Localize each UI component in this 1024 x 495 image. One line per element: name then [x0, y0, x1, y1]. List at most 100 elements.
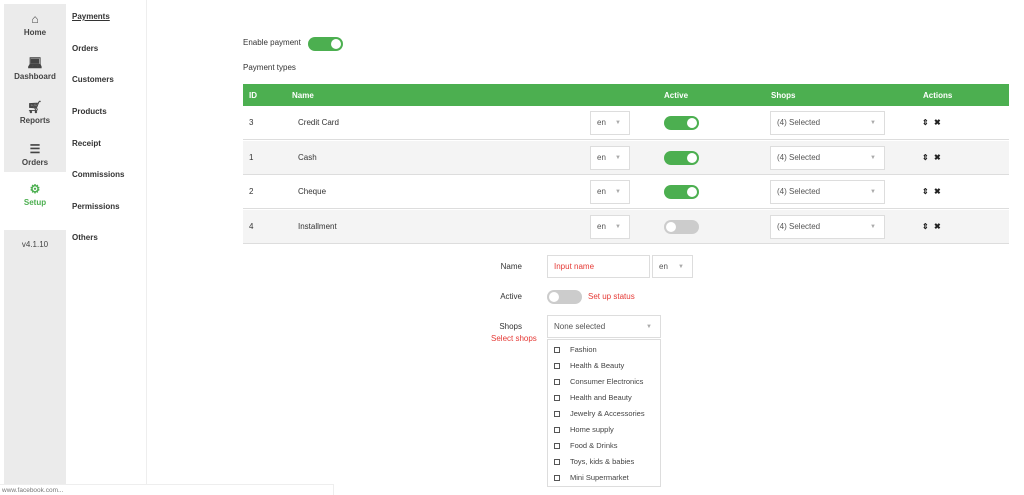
- submenu-others[interactable]: Others: [72, 233, 98, 242]
- chevron-down-icon: ▼: [615, 154, 621, 161]
- shops-select[interactable]: None selected ▼: [547, 315, 661, 338]
- sidebar-item-home[interactable]: ⌂ Home: [4, 8, 66, 48]
- header-id: ID: [249, 91, 257, 100]
- chevron-down-icon: ▼: [615, 120, 621, 126]
- name-lang-select[interactable]: en ▼: [652, 255, 693, 278]
- checkbox[interactable]: [554, 395, 560, 401]
- gear-icon: ⚙: [29, 182, 41, 196]
- delete-icon[interactable]: ✖: [934, 222, 941, 231]
- row-lang-select[interactable]: en ▼: [590, 145, 630, 170]
- header-actions: Actions: [923, 91, 953, 100]
- row-name: Credit Card: [298, 118, 339, 127]
- chevron-down-icon: ▼: [870, 189, 876, 195]
- row-id: 4: [249, 221, 254, 231]
- shop-option[interactable]: Health and Beauty: [548, 390, 660, 406]
- checkbox[interactable]: [554, 347, 560, 353]
- row-id: 2: [249, 187, 254, 196]
- sidebar-item-setup[interactable]: ⚙ Setup: [4, 172, 66, 230]
- row-name: Installment: [298, 221, 337, 231]
- shops-label: Shops: [499, 322, 522, 331]
- laptop-icon: 💻︎: [27, 56, 43, 70]
- shop-option[interactable]: Health & Beauty: [548, 358, 660, 374]
- submenu-products[interactable]: Products: [72, 107, 107, 116]
- header-active: Active: [664, 91, 689, 100]
- main-sidebar: ⌂ Home 💻︎ Dashboard 🛒︎ Reports ☰ Orders ⚙ Set…: [0, 0, 66, 485]
- sort-icon[interactable]: ⇕: [922, 187, 929, 196]
- row-active-toggle[interactable]: [664, 185, 699, 199]
- delete-icon[interactable]: ✖: [934, 153, 941, 162]
- row-active-toggle[interactable]: [664, 116, 699, 130]
- cart-icon: 🛒︎: [27, 100, 43, 114]
- row-lang-select[interactable]: en ▼: [590, 180, 630, 204]
- checkbox[interactable]: [554, 475, 560, 481]
- checkbox[interactable]: [554, 459, 560, 465]
- shop-option[interactable]: Fashion: [548, 342, 660, 358]
- list-icon: ☰: [29, 142, 41, 156]
- submenu-customers[interactable]: Customers: [72, 75, 114, 84]
- shops-dropdown: Fashion Health & Beauty Consumer Electroni…: [547, 339, 661, 487]
- table-row: 4 Installment en ▼ (4) Selected ▼ ⇕ ✖: [243, 209, 1009, 244]
- submenu-permissions[interactable]: Permissions: [72, 202, 120, 211]
- chevron-down-icon: ▼: [870, 120, 876, 126]
- version-label: v4.1.10: [21, 240, 49, 249]
- row-shops-select[interactable]: (4) Selected ▼: [770, 214, 885, 239]
- row-shops-select[interactable]: (4) Selected ▼: [770, 180, 885, 204]
- row-name: Cheque: [298, 187, 327, 196]
- shop-option[interactable]: Home supply: [548, 422, 660, 438]
- checkbox[interactable]: [554, 411, 560, 417]
- header-shops: Shops: [771, 91, 796, 100]
- chevron-down-icon: ▼: [870, 154, 876, 161]
- row-lang-select[interactable]: en ▼: [590, 111, 630, 135]
- sort-icon[interactable]: ⇕: [922, 222, 929, 231]
- shop-option[interactable]: Food & Drinks: [548, 438, 660, 454]
- shop-option[interactable]: Mini Supermarket: [548, 470, 660, 486]
- shops-hint: Select shops: [491, 334, 537, 343]
- setup-submenu: Payments Orders Customers Products Recei…: [66, 0, 147, 495]
- chevron-down-icon: ▼: [870, 223, 876, 230]
- enable-payment-toggle[interactable]: [308, 37, 343, 51]
- checkbox[interactable]: [554, 443, 560, 449]
- shop-option[interactable]: Consumer Electronics: [548, 374, 660, 390]
- checkbox[interactable]: [554, 363, 560, 369]
- row-active-toggle[interactable]: [664, 150, 699, 165]
- sort-icon[interactable]: ⇕: [922, 153, 929, 162]
- submenu-commissions[interactable]: Commissions: [72, 170, 124, 179]
- delete-icon[interactable]: ✖: [934, 187, 941, 196]
- chevron-down-icon: ▼: [615, 223, 621, 230]
- shop-option[interactable]: Jewelry & Accessories: [548, 406, 660, 422]
- name-label: Name: [500, 262, 522, 271]
- row-active-toggle[interactable]: [664, 219, 699, 234]
- table-row: 3 Credit Card en ▼ (4) Selected ▼ ⇕ ✖: [243, 106, 1009, 140]
- sort-icon[interactable]: ⇕: [922, 118, 929, 127]
- active-toggle[interactable]: [547, 290, 582, 304]
- row-id: 1: [249, 152, 254, 162]
- name-input[interactable]: Input name: [547, 255, 650, 278]
- payment-types-label: Payment types: [243, 63, 296, 72]
- checkbox[interactable]: [554, 427, 560, 433]
- row-id: 3: [249, 118, 254, 127]
- table-row: 2 Cheque en ▼ (4) Selected ▼ ⇕ ✖: [243, 175, 1009, 209]
- sidebar-item-reports[interactable]: 🛒︎ Reports: [4, 96, 66, 136]
- row-name: Cash: [298, 152, 317, 162]
- row-shops-select[interactable]: (4) Selected ▼: [770, 111, 885, 135]
- row-lang-select[interactable]: en ▼: [590, 214, 630, 239]
- table-header: ID Name Active Shops Actions: [243, 84, 1009, 106]
- chevron-down-icon: ▼: [615, 189, 621, 195]
- active-hint: Set up status: [588, 292, 635, 301]
- delete-icon[interactable]: ✖: [934, 118, 941, 127]
- header-name: Name: [292, 91, 314, 100]
- active-label: Active: [500, 292, 522, 301]
- row-shops-select[interactable]: (4) Selected ▼: [770, 145, 885, 170]
- shop-option[interactable]: Toys, kids & babies: [548, 454, 660, 470]
- chevron-down-icon: ▼: [646, 324, 652, 330]
- checkbox[interactable]: [554, 379, 560, 385]
- status-bar: www.facebook.com...: [0, 484, 334, 495]
- table-row: 1 Cash en ▼ (4) Selected ▼ ⇕ ✖: [243, 140, 1009, 175]
- submenu-receipt[interactable]: Receipt: [72, 139, 101, 148]
- sidebar-item-dashboard[interactable]: 💻︎ Dashboard: [4, 52, 66, 92]
- submenu-orders[interactable]: Orders: [72, 44, 98, 53]
- home-icon: ⌂: [31, 12, 39, 26]
- chevron-down-icon: ▼: [678, 264, 684, 270]
- enable-payment-label: Enable payment: [243, 38, 301, 47]
- submenu-payments[interactable]: Payments: [72, 12, 110, 21]
